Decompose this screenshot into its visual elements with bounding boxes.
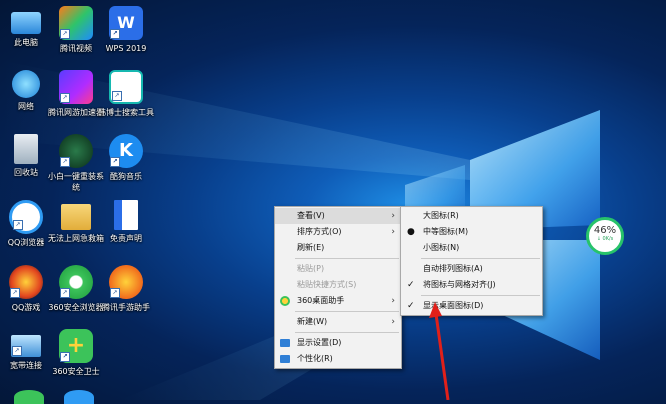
- kugou-music-icon: K ↗: [109, 134, 143, 168]
- submenu-item-align-to-grid[interactable]: ✓ 将图标与网格对齐(J): [401, 277, 542, 293]
- menu-item-new[interactable]: 新建(W) ›: [275, 314, 401, 330]
- 360-security-icon: + ↗: [59, 329, 93, 363]
- tencent-video-icon: ↗: [59, 6, 93, 40]
- word-document-icon: [114, 200, 138, 230]
- qq-browser-icon: ↗: [9, 200, 43, 234]
- menu-item-paste-shortcut[interactable]: 粘贴快捷方式(S): [275, 277, 401, 293]
- computer-icon: [11, 12, 41, 34]
- 360-assistant-icon: [280, 296, 290, 306]
- menu-separator: [421, 258, 540, 259]
- submenu-item-large-icons[interactable]: 大图标(R): [401, 208, 542, 224]
- network-percent: 46%: [593, 225, 617, 236]
- search-tool-icon: ↗: [109, 70, 143, 104]
- folder-icon: [61, 204, 91, 230]
- menu-item-label: 排序方式(O): [297, 227, 342, 236]
- menu-item-label: 个性化(R): [297, 354, 333, 363]
- checkmark-icon: ✓: [407, 280, 415, 290]
- submenu-item-auto-arrange[interactable]: 自动排列图标(A): [401, 261, 542, 277]
- menu-item-display-settings[interactable]: 显示设置(D): [275, 335, 401, 351]
- 360-browser-icon: ↗: [59, 265, 93, 299]
- menu-item-personalize[interactable]: 个性化(R): [275, 351, 401, 367]
- annotation-arrow-icon: [429, 302, 450, 400]
- menu-item-label: 粘贴快捷方式(S): [297, 280, 357, 289]
- tencent-mobile-assistant-icon: ↗: [109, 265, 143, 299]
- menu-item-label: 自动排列图标(A): [423, 264, 483, 273]
- monitor-icon: [280, 339, 290, 347]
- desktop-icon-disclaimer[interactable]: 免责声明: [95, 200, 157, 244]
- chevron-right-icon: ›: [391, 227, 395, 237]
- desktop-icon-partial-bottom-1[interactable]: [14, 390, 44, 404]
- radio-selected-icon: ●: [407, 227, 415, 237]
- menu-item-label: 粘贴(P): [297, 264, 325, 273]
- wps-icon: W ↗: [109, 6, 143, 40]
- menu-separator: [295, 332, 399, 333]
- desktop-icon-partial-bottom-2[interactable]: [64, 390, 94, 404]
- submenu-item-small-icons[interactable]: 小图标(N): [401, 240, 542, 256]
- desktop-icon-tencent-mobile-assistant[interactable]: ↗ 腾讯手游助手: [95, 265, 157, 313]
- network-globe-icon: [12, 70, 40, 98]
- menu-item-label: 查看(V): [297, 211, 325, 220]
- menu-item-label: 将图标与网格对齐(J): [423, 280, 496, 289]
- desktop-icon-search-tool[interactable]: ↗ 韩博士搜索工具: [95, 70, 157, 118]
- menu-item-refresh[interactable]: 刷新(E): [275, 240, 401, 256]
- desktop-icon-label: 酷狗音乐: [110, 172, 142, 181]
- qq-game-icon: ↗: [9, 265, 43, 299]
- personalize-monitor-icon: [280, 355, 290, 363]
- menu-item-view[interactable]: 查看(V) ›: [275, 208, 401, 224]
- menu-item-label: 中等图标(M): [423, 227, 469, 236]
- network-speed-widget[interactable]: 46% ↓ 0K/s: [586, 217, 624, 255]
- desktop-icon-label: 免责声明: [110, 234, 142, 243]
- recycle-bin-icon: [14, 134, 38, 164]
- network-speed: ↓ 0K/s: [589, 236, 621, 243]
- desktop-icon-label: 腾讯手游助手: [102, 303, 150, 312]
- desktop-icon-wps[interactable]: W ↗ WPS 2019: [95, 6, 157, 54]
- menu-item-label: 新建(W): [297, 317, 328, 326]
- menu-item-label: 360桌面助手: [297, 296, 345, 305]
- menu-separator: [295, 258, 399, 259]
- tencent-accelerator-icon: ↗: [59, 70, 93, 104]
- menu-item-sort-by[interactable]: 排序方式(O) ›: [275, 224, 401, 240]
- menu-item-label: 显示设置(D): [297, 338, 342, 347]
- menu-separator: [295, 311, 399, 312]
- download-arrow-icon: ↓: [596, 236, 601, 242]
- desktop-icon-kugou-music[interactable]: K ↗ 酷狗音乐: [95, 134, 157, 182]
- submenu-item-medium-icons[interactable]: ● 中等图标(M): [401, 224, 542, 240]
- menu-item-label: 刷新(E): [297, 243, 325, 252]
- checkmark-icon: ✓: [407, 301, 415, 311]
- menu-item-paste[interactable]: 粘贴(P): [275, 261, 401, 277]
- menu-item-360-desktop-assistant[interactable]: 360桌面助手 ›: [275, 293, 401, 309]
- chevron-right-icon: ›: [391, 296, 395, 306]
- menu-item-label: 大图标(R): [423, 211, 459, 220]
- broadband-connection-icon: ↗: [11, 335, 41, 357]
- desktop-icon-label: 韩博士搜索工具: [98, 108, 154, 117]
- xiaobai-reinstall-icon: ↗: [59, 134, 93, 168]
- desktop-context-menu: 查看(V) › 排序方式(O) › 刷新(E) 粘贴(P) 粘贴快捷方式(S) …: [274, 206, 402, 369]
- chevron-right-icon: ›: [391, 317, 395, 327]
- chevron-right-icon: ›: [391, 211, 395, 221]
- network-speed-value: 0K/s: [602, 236, 614, 242]
- desktop-icon-label: 360安全卫士: [52, 367, 100, 376]
- menu-separator: [421, 295, 540, 296]
- desktop-icon-360-security[interactable]: + ↗ 360安全卫士: [45, 329, 107, 377]
- menu-item-label: 小图标(N): [423, 243, 460, 252]
- desktop-icon-label: WPS 2019: [105, 44, 147, 53]
